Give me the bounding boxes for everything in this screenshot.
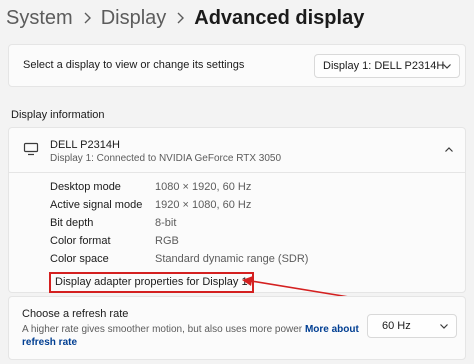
- monitor-connection: Display 1: Connected to NVIDIA GeForce R…: [50, 153, 282, 164]
- chevron-right-icon: [166, 6, 194, 30]
- property-label: Color format: [50, 235, 111, 247]
- property-row: Bit depth 8-bit: [50, 216, 450, 232]
- display-info-header[interactable]: DELL P2314H Display 1: Connected to NVID…: [9, 128, 465, 173]
- property-label: Bit depth: [50, 217, 94, 229]
- display-select-card: Select a display to view or change its s…: [8, 44, 466, 87]
- display-select-value: Display 1: DELL P2314H: [323, 60, 445, 72]
- refresh-rate-title: Choose a refresh rate: [22, 308, 129, 320]
- property-label: Color space: [50, 253, 109, 265]
- display-info-card: DELL P2314H Display 1: Connected to NVID…: [8, 127, 466, 293]
- refresh-rate-value: 60 Hz: [382, 320, 411, 332]
- property-label: Active signal mode: [50, 199, 143, 211]
- property-value: 1080 × 1920, 60 Hz: [155, 181, 252, 193]
- property-value: 1920 × 1080, 60 Hz: [155, 199, 252, 211]
- monitor-icon: [23, 142, 39, 156]
- display-select-dropdown[interactable]: Display 1: DELL P2314H: [314, 54, 460, 78]
- breadcrumb-system[interactable]: System: [6, 7, 73, 30]
- property-row: Active signal mode 1920 × 1080, 60 Hz: [50, 198, 450, 214]
- display-info-heading: Display information: [11, 109, 105, 121]
- refresh-rate-card: Choose a refresh rate A higher rate give…: [8, 296, 466, 360]
- page-title: Advanced display: [194, 6, 365, 29]
- property-row: Desktop mode 1080 × 1920, 60 Hz: [50, 180, 450, 196]
- chevron-up-icon[interactable]: [443, 144, 455, 156]
- refresh-rate-description-text: A higher rate gives smoother motion, but…: [22, 324, 303, 335]
- refresh-rate-description: A higher rate gives smoother motion, but…: [22, 323, 362, 349]
- refresh-rate-dropdown[interactable]: 60 Hz: [367, 314, 457, 338]
- chevron-down-icon: [443, 64, 451, 69]
- breadcrumb: System Display Advanced display: [6, 4, 364, 32]
- display-select-label: Select a display to view or change its s…: [23, 59, 245, 71]
- property-value: RGB: [155, 235, 179, 247]
- breadcrumb-display[interactable]: Display: [101, 7, 167, 30]
- chevron-down-icon: [440, 324, 448, 329]
- property-label: Desktop mode: [50, 181, 121, 193]
- property-value: 8-bit: [155, 217, 177, 229]
- property-row: Color space Standard dynamic range (SDR): [50, 252, 450, 268]
- property-row: Color format RGB: [50, 234, 450, 250]
- chevron-right-icon: [73, 6, 101, 30]
- monitor-name: DELL P2314H: [50, 139, 120, 151]
- property-value: Standard dynamic range (SDR): [155, 253, 309, 265]
- display-adapter-properties-link[interactable]: Display adapter properties for Display 1: [49, 272, 254, 293]
